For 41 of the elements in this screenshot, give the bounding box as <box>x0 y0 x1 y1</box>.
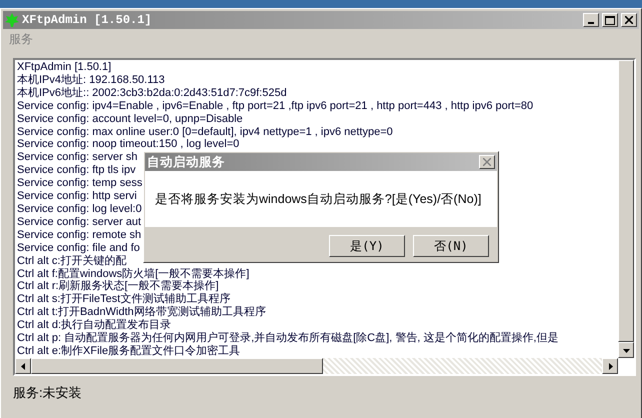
log-line: Service config: temp sess <box>17 177 142 190</box>
close-button[interactable] <box>479 155 495 169</box>
log-line: Service config: file and fo <box>17 242 140 254</box>
log-line: Ctrl alt f:配置windows防火墙[一般不需要本操作] <box>17 268 250 280</box>
dialog-message: 是否将服务安装为windows自动启动服务?[是(Yes)/否(No)] <box>155 190 482 208</box>
log-line: Service config: remote sh <box>17 228 142 242</box>
close-button[interactable] <box>621 13 637 27</box>
maximize-button[interactable] <box>602 13 618 27</box>
left-arrow-icon <box>20 362 26 370</box>
vertical-scrollbar[interactable] <box>618 60 634 358</box>
log-line: 本机IPv6地址:: 2002:3cb3:b2da:0:2d43:51d7:7c9f:525d <box>17 86 287 100</box>
log-line: Ctrl alt d:执行自动配置发布目录 <box>17 319 172 332</box>
log-line: Service config: account level=0, upnp=Disable <box>17 112 243 126</box>
dialog-button[interactable]: 否(N) <box>413 235 489 257</box>
log-line: Service config: noop timeout:150 , log level=0 <box>17 138 240 152</box>
dialog-button[interactable]: 是(Y) <box>329 235 405 257</box>
close-icon <box>483 158 491 166</box>
horizontal-scrollbar[interactable] <box>15 358 618 374</box>
log-line: XFtpAdmin [1.50.1] <box>17 61 112 74</box>
log-line: Ctrl alt s:打开FileTest文件测试辅助工具程序 <box>17 293 230 306</box>
window-title: XFtpAdmin [1.50.1] <box>22 13 153 27</box>
log-line: Ctrl alt c:打开关键的配 <box>17 254 126 268</box>
log-line: Service config: max online user:0 [0=default], ipv4 nettype=1 , ipv6 nettype=0 <box>17 126 393 138</box>
log-line: Service config: log level:0 <box>17 202 142 216</box>
log-line: Service config: server sh <box>17 151 138 164</box>
log-line: Service config: ipv4=Enable , ipv6=Enable , ftp port=21 ,ftp ipv6 port=21 , http port=443 , http ipv6 port=80 <box>17 100 534 113</box>
minimize-button[interactable] <box>583 13 599 27</box>
log-line: 本机IPv4地址: 192.168.50.113 <box>17 74 165 87</box>
log-line: Service config: ftp tls ipv <box>17 164 136 178</box>
close-icon <box>625 16 633 24</box>
right-arrow-icon <box>606 362 614 370</box>
log-line: Service config: http servi <box>17 190 137 203</box>
dialog-title: 自动启动服务 <box>147 154 226 170</box>
log-line: Ctrl alt t:打开BadnWidth网络带宽测试辅助工具程序 <box>17 306 266 319</box>
log-line: Service config: server aut <box>17 216 142 229</box>
down-arrow-icon <box>622 346 630 354</box>
status-text: 服务:未安装 <box>13 384 83 402</box>
log-line: Ctrl alt r:刷新服务状态[一般不需要本操作] <box>17 280 219 293</box>
log-line: Ctrl alt e:制作XFile服务配置文件口令加密工具 <box>17 344 240 358</box>
log-line: Ctrl alt p: 自动配置服务器为任何内网用户可登录,并自动发布所有磁盘[除C盘], 警告, 这是个简化的配置操作,但是 <box>17 332 558 344</box>
maximize-icon <box>605 16 615 24</box>
